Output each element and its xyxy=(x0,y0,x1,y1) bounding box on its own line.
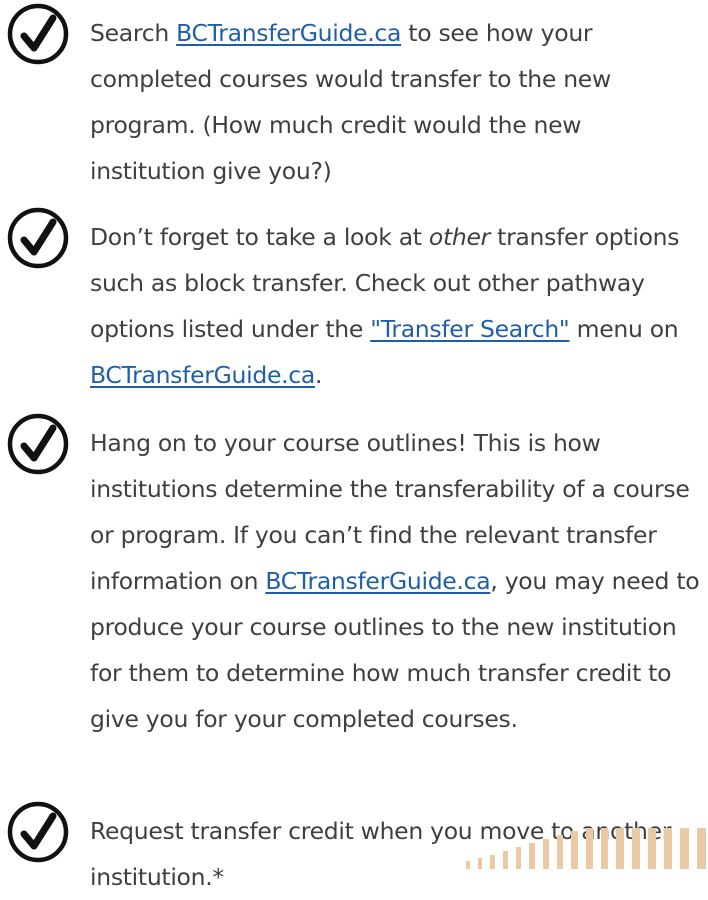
text-segment: Search xyxy=(90,19,177,47)
text-segment: . xyxy=(315,361,323,389)
check-circle-icon xyxy=(7,413,69,475)
emphasis-text: other xyxy=(428,223,490,251)
text-segment: menu on xyxy=(569,315,679,343)
decorative-stripes xyxy=(466,828,706,869)
check-circle-icon xyxy=(7,3,69,65)
checklist-item-text: Hang on to your course outlines! This is… xyxy=(90,420,702,742)
checklist-item-text: Don’t forget to take a look at other tra… xyxy=(90,214,702,398)
bctransferguide-link[interactable]: BCTransferGuide.ca xyxy=(176,19,401,47)
bctransferguide-link[interactable]: BCTransferGuide.ca xyxy=(265,567,490,595)
check-circle-icon xyxy=(7,207,69,269)
check-circle-icon xyxy=(7,801,69,863)
transfer-search-link[interactable]: "Transfer Search" xyxy=(370,315,570,343)
text-segment: Don’t forget to take a look at xyxy=(90,223,429,251)
bctransferguide-link[interactable]: BCTransferGuide.ca xyxy=(90,361,315,389)
checklist-item-text: Search BCTransferGuide.ca to see how you… xyxy=(90,10,702,194)
